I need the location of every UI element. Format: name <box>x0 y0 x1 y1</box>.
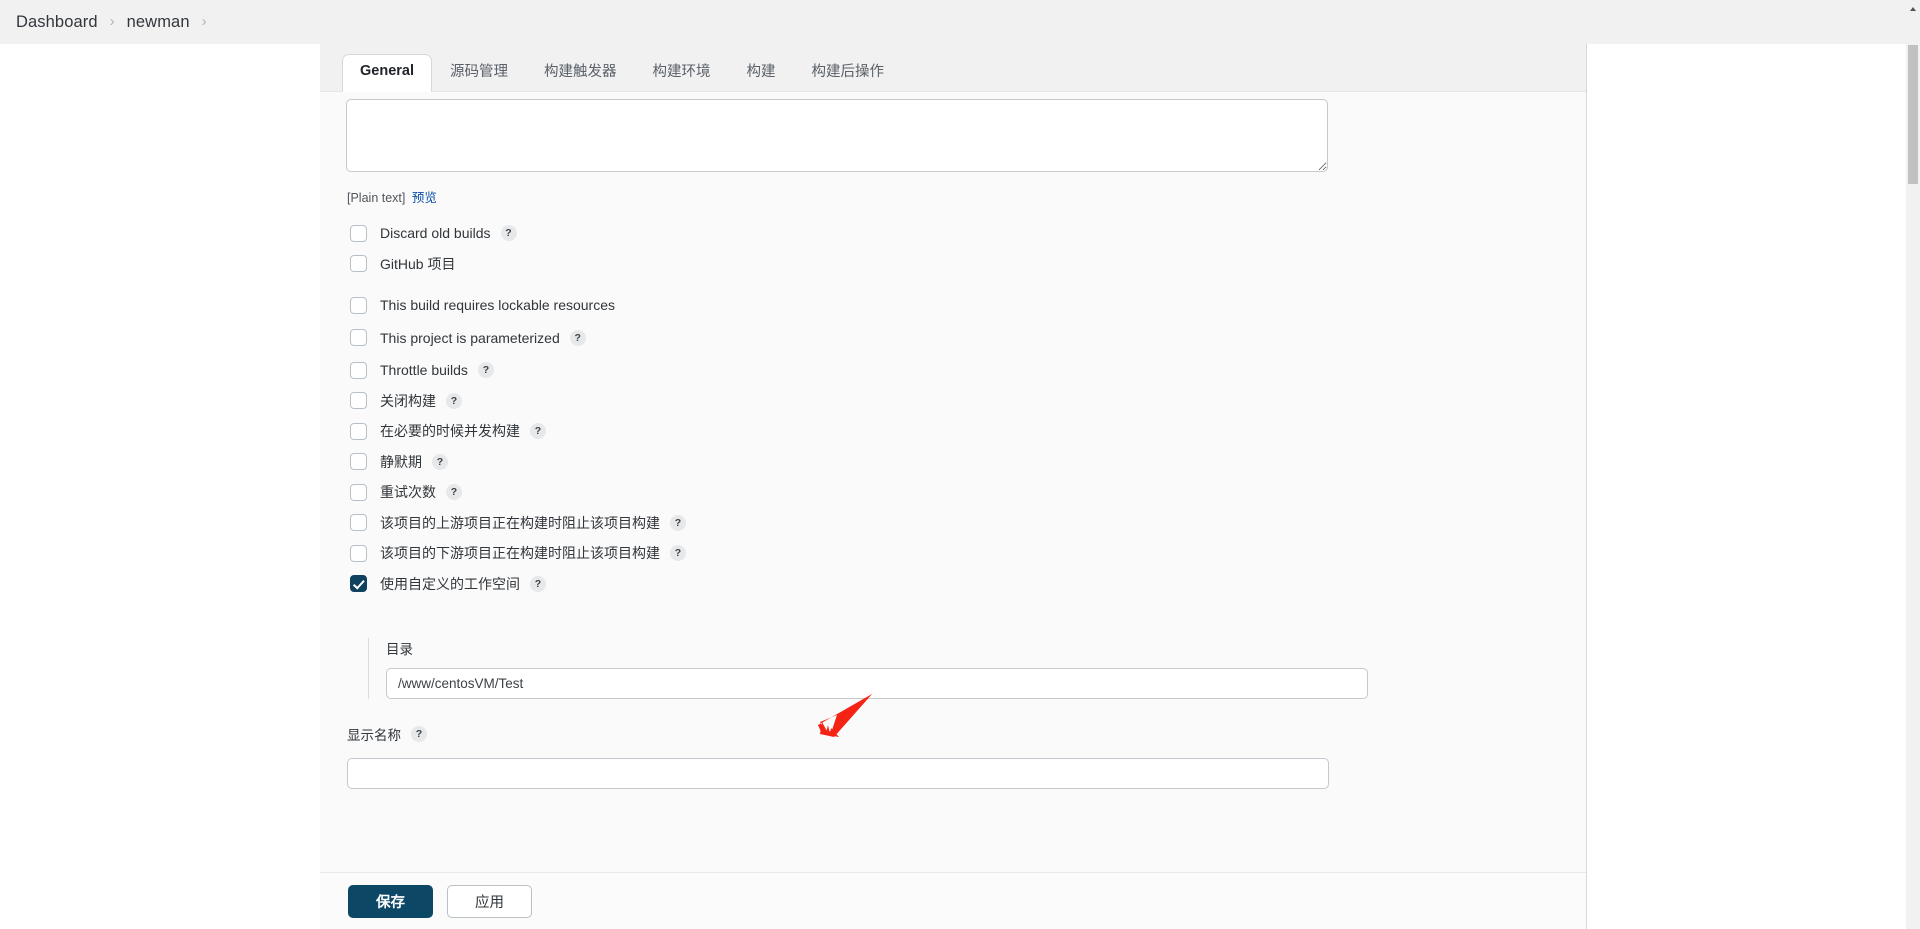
general-options-list: Discard old builds ? GitHub 项目 This buil… <box>320 218 1586 599</box>
label-concurrent-build[interactable]: 在必要的时候并发构建 <box>380 421 520 441</box>
checkbox-disable-build[interactable] <box>350 392 367 410</box>
help-icon[interactable]: ? <box>411 726 427 742</box>
option-quiet-period[interactable]: 静默期 ? <box>320 447 1586 478</box>
option-block-on-upstream[interactable]: 该项目的上游项目正在构建时阻止该项目构建 ? <box>320 508 1586 539</box>
directory-input[interactable] <box>386 668 1368 699</box>
help-icon[interactable]: ? <box>530 423 546 440</box>
label-lockable-resources[interactable]: This build requires lockable resources <box>380 297 615 313</box>
checkbox-use-custom-workspace[interactable] <box>350 575 367 593</box>
tab-build-environment[interactable]: 构建环境 <box>635 55 729 92</box>
option-disable-build[interactable]: 关闭构建 ? <box>320 386 1586 417</box>
directory-label: 目录 <box>386 642 413 657</box>
config-tab-bar: General 源码管理 构建触发器 构建环境 构建 构建后操作 <box>320 44 1586 92</box>
help-icon[interactable]: ? <box>530 575 546 592</box>
option-block-on-downstream[interactable]: 该项目的下游项目正在构建时阻止该项目构建 ? <box>320 538 1586 569</box>
tab-source-code-management[interactable]: 源码管理 <box>432 55 526 92</box>
tab-general[interactable]: General <box>342 54 432 92</box>
config-card-inner: General 源码管理 构建触发器 构建环境 构建 构建后操作 [Plain … <box>320 44 1586 872</box>
label-discard-old-builds[interactable]: Discard old builds <box>380 225 491 241</box>
label-use-custom-workspace[interactable]: 使用自定义的工作空间 <box>380 574 520 594</box>
display-name-label: 显示名称 <box>347 728 401 743</box>
label-disable-build[interactable]: 关闭构建 <box>380 391 436 411</box>
general-form: [Plain text] 预览 Discard old builds ? Git… <box>320 92 1586 872</box>
checkbox-github-project[interactable] <box>350 255 367 273</box>
label-block-on-downstream[interactable]: 该项目的下游项目正在构建时阻止该项目构建 <box>380 543 660 563</box>
label-block-on-upstream[interactable]: 该项目的上游项目正在构建时阻止该项目构建 <box>380 513 660 533</box>
custom-workspace-section: 目录 <box>368 638 1378 699</box>
breadcrumb-separator-icon: › <box>201 12 207 30</box>
help-icon[interactable]: ? <box>670 545 686 562</box>
checkbox-throttle-builds[interactable] <box>350 361 367 379</box>
label-project-parameterized[interactable]: This project is parameterized <box>380 330 560 346</box>
checkbox-discard-old-builds[interactable] <box>350 224 367 242</box>
apply-button[interactable]: 应用 <box>447 884 532 918</box>
description-textarea[interactable] <box>346 99 1328 172</box>
help-icon[interactable]: ? <box>446 392 462 409</box>
checkbox-quiet-period[interactable] <box>350 453 367 471</box>
label-quiet-period[interactable]: 静默期 <box>380 452 422 472</box>
help-icon[interactable]: ? <box>569 329 586 346</box>
option-use-custom-workspace[interactable]: 使用自定义的工作空间 ? <box>320 569 1586 600</box>
right-gutter <box>1586 44 1907 929</box>
display-name-label-row: 显示名称 ? <box>347 724 1357 744</box>
breadcrumb: Dashboard › newman › <box>0 0 1920 44</box>
help-icon[interactable]: ? <box>477 362 494 379</box>
breadcrumb-item-dashboard[interactable]: Dashboard <box>16 13 98 32</box>
option-lockable-resources[interactable]: This build requires lockable resources <box>320 290 1586 321</box>
checkbox-block-on-upstream[interactable] <box>350 514 367 532</box>
job-configuration-card: General 源码管理 构建触发器 构建环境 构建 构建后操作 [Plain … <box>320 44 1586 929</box>
option-retry-count[interactable]: 重试次数 ? <box>320 477 1586 508</box>
label-github-project[interactable]: GitHub 项目 <box>380 254 455 274</box>
description-preview-link[interactable]: 预览 <box>412 191 437 205</box>
help-icon[interactable]: ? <box>500 225 517 242</box>
tab-build[interactable]: 构建 <box>729 55 794 92</box>
config-footer: 保存 应用 <box>320 872 1586 929</box>
checkbox-block-on-downstream[interactable] <box>350 544 367 562</box>
option-github-project[interactable]: GitHub 项目 <box>320 249 1586 280</box>
page-body: General 源码管理 构建触发器 构建环境 构建 构建后操作 [Plain … <box>0 44 1920 929</box>
checkbox-retry-count[interactable] <box>350 483 367 501</box>
left-gutter <box>0 44 320 929</box>
checkbox-lockable-resources[interactable] <box>350 296 367 314</box>
help-icon[interactable]: ? <box>670 514 686 531</box>
tab-post-build-actions[interactable]: 构建后操作 <box>794 55 903 92</box>
save-button[interactable]: 保存 <box>348 884 433 918</box>
breadcrumb-separator-icon: › <box>109 12 115 30</box>
checkbox-project-parameterized[interactable] <box>350 329 367 347</box>
label-throttle-builds[interactable]: Throttle builds <box>380 362 468 378</box>
display-name-section: 显示名称 ? <box>347 724 1357 789</box>
option-project-parameterized[interactable]: This project is parameterized ? <box>320 323 1586 354</box>
description-format-row: [Plain text] 预览 <box>347 187 437 206</box>
option-concurrent-build[interactable]: 在必要的时候并发构建 ? <box>320 416 1586 447</box>
label-retry-count[interactable]: 重试次数 <box>380 482 436 502</box>
display-name-input[interactable] <box>347 758 1329 789</box>
page-scrollbar[interactable] <box>1906 0 1920 929</box>
help-icon[interactable]: ? <box>432 453 448 470</box>
help-icon[interactable]: ? <box>446 484 462 501</box>
scrollbar-thumb[interactable] <box>1908 45 1918 184</box>
option-throttle-builds[interactable]: Throttle builds ? <box>320 355 1586 386</box>
tab-build-triggers[interactable]: 构建触发器 <box>526 55 635 92</box>
scroll-up-arrow-icon[interactable] <box>1909 7 1916 11</box>
description-field-wrapper <box>346 99 1328 172</box>
breadcrumb-item-newman[interactable]: newman <box>127 13 190 32</box>
description-format-label: [Plain text] <box>347 191 406 205</box>
option-discard-old-builds[interactable]: Discard old builds ? <box>320 218 1586 249</box>
checkbox-concurrent-build[interactable] <box>350 422 367 440</box>
